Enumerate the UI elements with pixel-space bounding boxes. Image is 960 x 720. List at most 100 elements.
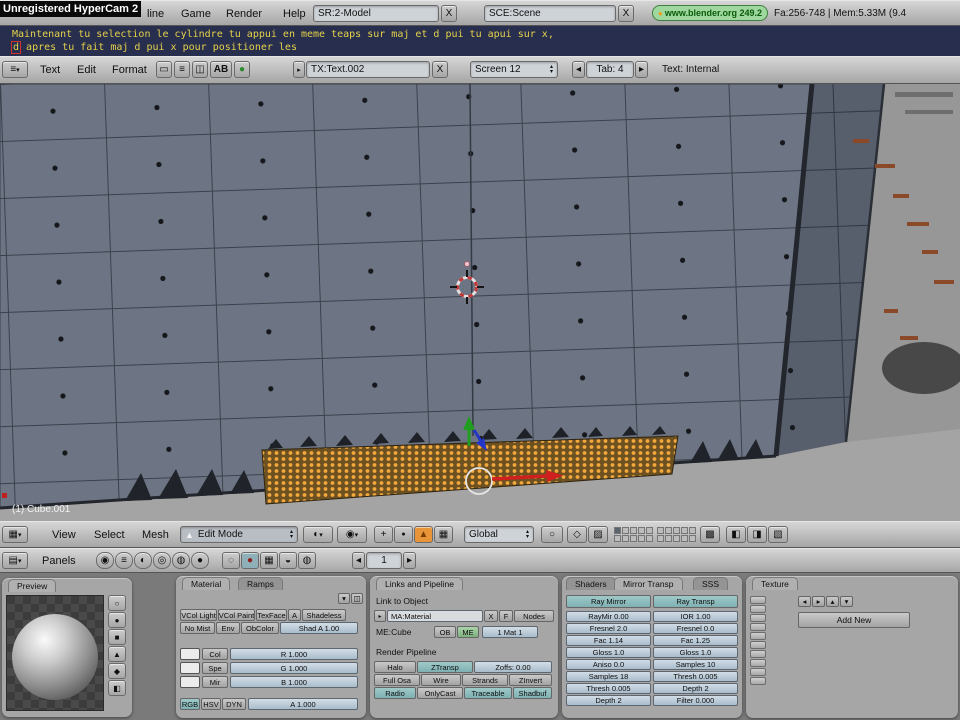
ior-slider[interactable]: IOR 1.00: [653, 611, 738, 622]
zoffs-field[interactable]: Zoffs: 0.00: [474, 661, 552, 673]
shading-texture-button[interactable]: ▦: [260, 552, 278, 569]
no-mist-toggle[interactable]: No Mist: [180, 622, 215, 634]
dyn-toggle[interactable]: DYN: [222, 698, 246, 710]
traceable-toggle[interactable]: Traceable: [464, 687, 512, 699]
texture-channel-slot[interactable]: [750, 614, 766, 622]
env-toggle[interactable]: Env: [216, 622, 240, 634]
font-toggle[interactable]: AB: [210, 61, 232, 78]
window-type-buttons-button[interactable]: ▤ ▾: [2, 552, 28, 569]
tab-decrement-button[interactable]: ◂: [572, 61, 585, 78]
draw-extra-button-2[interactable]: ◨: [747, 526, 767, 543]
add-new-texture-button[interactable]: Add New: [798, 612, 910, 628]
3d-viewport-canvas[interactable]: (1) Cube.001: [0, 83, 960, 521]
datablock-browse-button[interactable]: ▸: [293, 61, 305, 78]
mirror-fac-slider[interactable]: Fac 1.14: [566, 635, 651, 646]
texture-channel-slot[interactable]: [750, 659, 766, 667]
viewport-shading-dropdown[interactable]: ◐ ▾: [303, 526, 333, 543]
tab-increment-button[interactable]: ▸: [635, 61, 648, 78]
blender-version-button[interactable]: ● www.blender.org 249.2: [652, 5, 768, 21]
frame-decrement-button[interactable]: ◂: [352, 552, 365, 569]
texture-channel-slot[interactable]: [750, 650, 766, 658]
layers-widget-2[interactable]: [657, 527, 696, 542]
shad-a-slider[interactable]: Shad A 1.00: [280, 622, 358, 634]
layers-widget-1[interactable]: [614, 527, 653, 542]
texture-channel-slot[interactable]: [750, 605, 766, 613]
menu-edit[interactable]: Edit: [75, 61, 98, 78]
strands-toggle[interactable]: Strands: [462, 674, 508, 686]
links-pipeline-tab[interactable]: Links and Pipeline: [376, 577, 463, 590]
panel-menu-button[interactable]: ▾: [338, 593, 350, 604]
window-type-text-button[interactable]: ≡ ▾: [2, 61, 28, 78]
nodes-button[interactable]: Nodes: [514, 610, 554, 622]
line-numbers-toggle[interactable]: ▭: [156, 61, 172, 78]
select-vertex-button[interactable]: ●: [394, 526, 413, 543]
occlude-geometry-button[interactable]: ▦: [434, 526, 453, 543]
ray-mirror-toggle[interactable]: Ray Mirror: [566, 595, 651, 608]
menu-render[interactable]: Render: [224, 5, 264, 22]
frame-number-field[interactable]: 1: [366, 552, 402, 569]
snap-button[interactable]: ◇: [567, 526, 587, 543]
menu-mesh[interactable]: Mesh: [140, 526, 171, 543]
mode-dropdown[interactable]: ▲ Edit Mode ▴ ▾: [180, 526, 298, 543]
material-delete-button[interactable]: X: [484, 610, 498, 622]
preview-hair-button[interactable]: ◆: [108, 663, 126, 679]
shading-world-button[interactable]: ◍: [298, 552, 316, 569]
aniso-slider[interactable]: Aniso 0.0: [566, 659, 651, 670]
preview-flat-button[interactable]: ○: [108, 595, 126, 611]
screen-selector[interactable]: SR:2-Model: [313, 5, 439, 22]
mirror-samples-field[interactable]: Samples 18: [566, 671, 651, 682]
texture-nav-down-button[interactable]: ▾: [840, 596, 853, 607]
panel-pin-button[interactable]: ◫: [351, 593, 363, 604]
preview-monkey-button[interactable]: ▲: [108, 646, 126, 662]
r-slider[interactable]: R 1.000: [230, 648, 358, 660]
material-index-field[interactable]: 1 Mat 1: [482, 626, 538, 638]
context-editing-button[interactable]: ◍: [172, 552, 190, 569]
menu-help[interactable]: Help: [281, 5, 308, 22]
texture-channel-slot[interactable]: [750, 632, 766, 640]
sss-tab[interactable]: SSS: [693, 577, 729, 590]
ztransp-toggle[interactable]: ZTransp: [417, 661, 473, 673]
shadeless-toggle[interactable]: Shadeless: [302, 609, 346, 621]
transp-thresh-field[interactable]: Thresh 0.005: [653, 671, 738, 682]
col-swatch[interactable]: [180, 648, 200, 660]
texture-nav-up-button[interactable]: ▴: [826, 596, 839, 607]
raymir-slider[interactable]: RayMir 0.00: [566, 611, 651, 622]
transp-samples-field[interactable]: Samples 10: [653, 659, 738, 670]
plugin-icon-button[interactable]: ●: [234, 61, 250, 78]
radio-toggle[interactable]: Radio: [374, 687, 416, 699]
pivot-dropdown[interactable]: ◉ ▾: [337, 526, 367, 543]
filter-slider[interactable]: Filter 0.000: [653, 695, 738, 706]
texture-channel-slot[interactable]: [750, 677, 766, 685]
vcol-paint-toggle[interactable]: VCol Paint: [218, 609, 255, 621]
full-osa-toggle[interactable]: Full Osa: [374, 674, 420, 686]
spe-swatch[interactable]: [180, 662, 200, 674]
col-button[interactable]: Col: [202, 648, 228, 660]
spin-down-icon[interactable]: ▾: [550, 69, 553, 75]
me-toggle[interactable]: ME: [457, 626, 479, 638]
texface-toggle[interactable]: TexFace: [256, 609, 287, 621]
tab-size-field[interactable]: Tab: 4: [586, 61, 634, 78]
texture-channel-slot[interactable]: [750, 641, 766, 649]
fake-user-button[interactable]: F: [499, 610, 513, 622]
manipulator-toggle-button[interactable]: +: [374, 526, 393, 543]
select-face-button[interactable]: ▲: [414, 526, 433, 543]
context-shading-button[interactable]: ◐: [134, 552, 152, 569]
3d-viewport[interactable]: (1) Cube.001: [0, 83, 960, 521]
menu-timeline[interactable]: line: [145, 5, 166, 22]
halo-toggle[interactable]: Halo: [374, 661, 416, 673]
rgb-toggle[interactable]: RGB: [180, 698, 200, 710]
shading-radiosity-button[interactable]: ◒: [279, 552, 297, 569]
material-browse-button[interactable]: ▸: [374, 610, 386, 622]
lock-layers-button[interactable]: ▩: [700, 526, 720, 543]
context-scene-button[interactable]: ●: [191, 552, 209, 569]
context-script-button[interactable]: ≡: [115, 552, 133, 569]
render-preview-button[interactable]: ▨: [588, 526, 608, 543]
text-datablock-field[interactable]: TX:Text.002: [306, 61, 430, 78]
proportional-edit-button[interactable]: ○: [541, 526, 563, 543]
context-object-button[interactable]: ◎: [153, 552, 171, 569]
preview-cube-button[interactable]: ■: [108, 629, 126, 645]
onlycast-toggle[interactable]: OnlyCast: [417, 687, 463, 699]
spe-button[interactable]: Spe: [202, 662, 228, 674]
menu-format[interactable]: Format: [110, 61, 149, 78]
menu-view[interactable]: View: [50, 526, 78, 543]
